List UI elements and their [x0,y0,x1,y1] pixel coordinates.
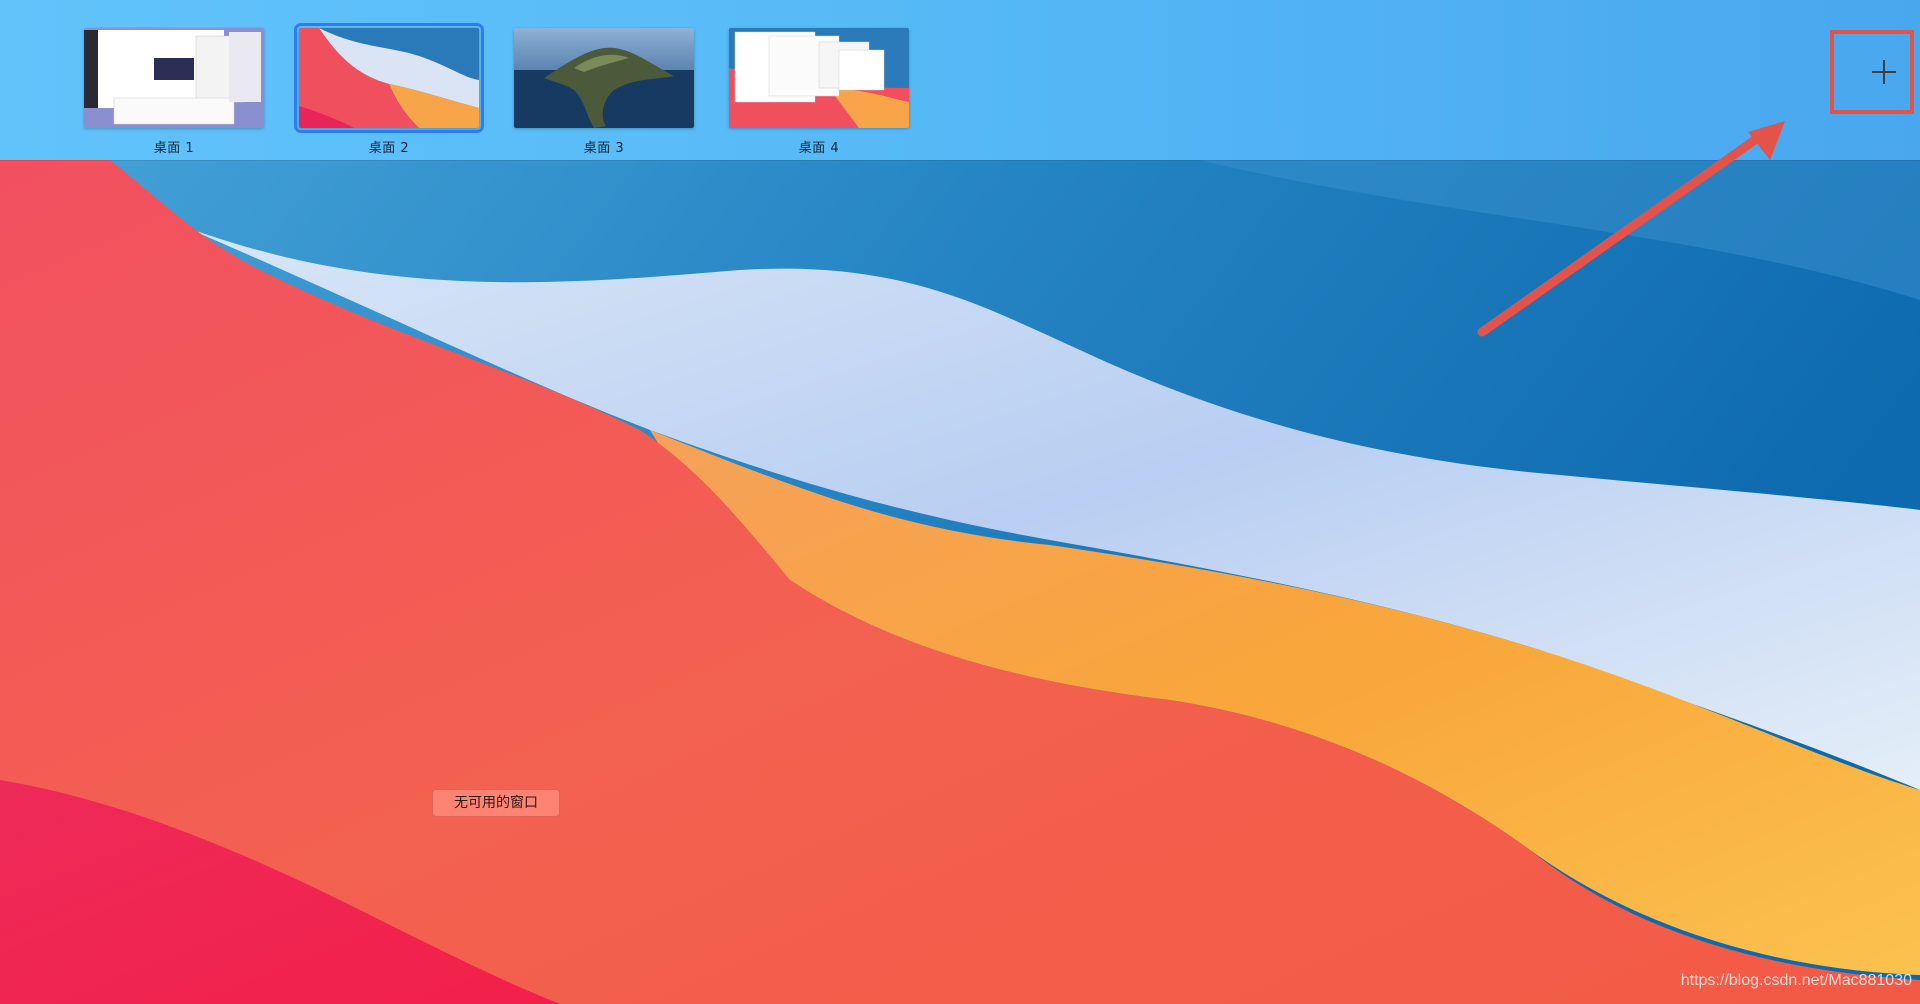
space-thumbnail-2[interactable] [294,23,484,133]
add-space-button[interactable] [1830,30,1914,114]
space-label: 桌面 1 [153,141,195,156]
space-desktop-4[interactable]: 桌面 4 [729,28,909,156]
space-desktop-2[interactable]: 桌面 2 [294,23,484,156]
plus-icon [1872,60,1896,84]
space-desktop-3[interactable]: 桌面 3 [514,28,694,156]
space-label: 桌面 3 [583,141,625,156]
watermark: https://blog.csdn.net/Mac881030 [1680,972,1912,989]
space-label: 桌面 4 [798,141,840,156]
space-label: 桌面 2 [368,141,410,156]
space-thumbnail-4[interactable] [729,28,909,128]
mission-control: 桌面 1 桌面 2 桌面 3 桌面 4 无可用的窗口 https://blog.… [0,0,1920,1004]
space-thumbnail-3[interactable] [514,28,694,128]
spaces-bar: 桌面 1 桌面 2 桌面 3 桌面 4 [0,0,1920,160]
space-thumbnail-1[interactable] [84,28,264,128]
no-windows-label: 无可用的窗口 [432,789,560,817]
space-desktop-1[interactable]: 桌面 1 [84,28,264,156]
